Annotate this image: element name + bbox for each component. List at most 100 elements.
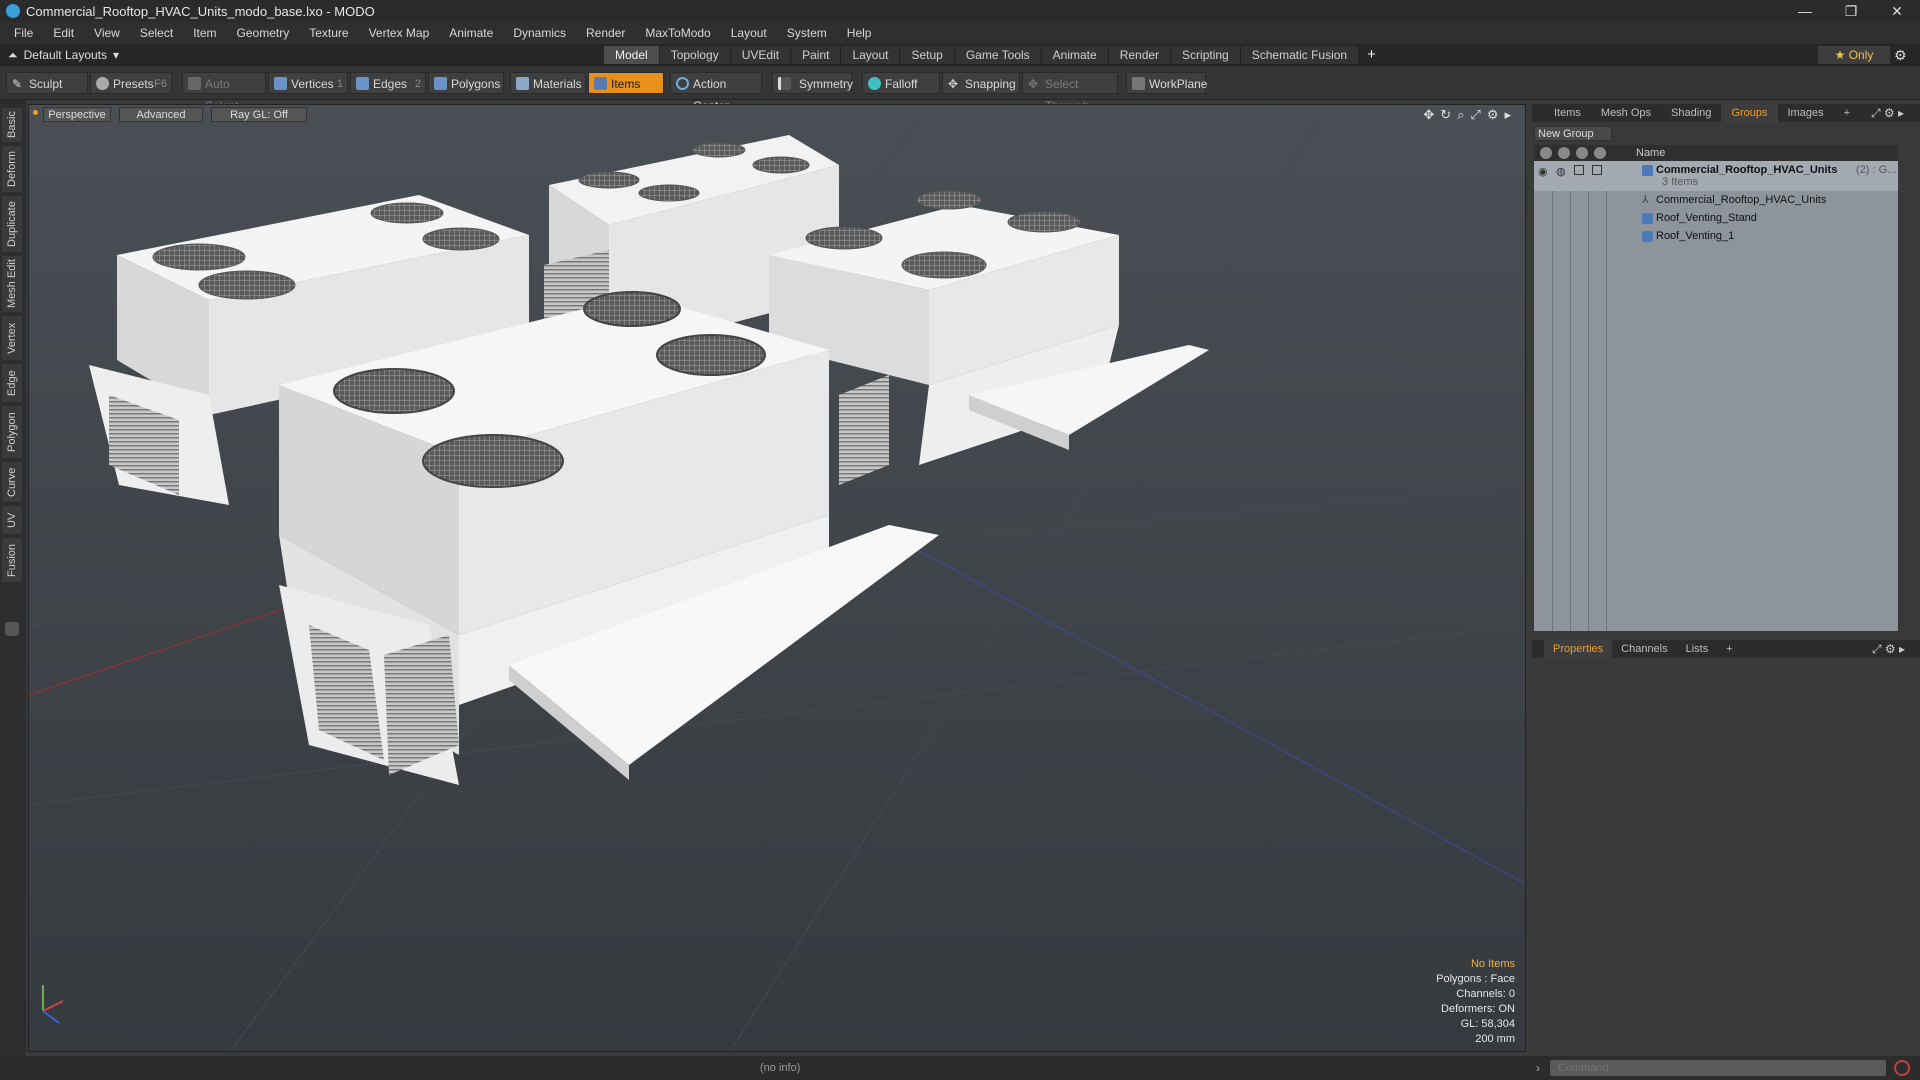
tab-channels[interactable]: Channels — [1612, 640, 1676, 658]
sculpt-button[interactable]: ✎ Sculpt — [6, 72, 88, 94]
left-tab-fusion[interactable]: Fusion — [2, 538, 22, 582]
tab-properties[interactable]: Properties — [1544, 640, 1613, 658]
action-center-button[interactable]: Action Center — [670, 72, 762, 113]
new-group-button[interactable]: New Group — [1534, 126, 1612, 141]
auto-select-button[interactable]: Auto Select — [182, 72, 266, 113]
falloff-button[interactable]: Falloff — [862, 72, 940, 94]
left-panel-toggle-icon[interactable] — [5, 622, 19, 636]
menu-item[interactable]: Item — [183, 22, 226, 44]
menu-vertex-map[interactable]: Vertex Map — [359, 22, 440, 44]
menu-texture[interactable]: Texture — [299, 22, 358, 44]
group-row[interactable]: ◉ ◍ Commercial_Rooftop_HVAC_Units (2) : … — [1534, 161, 1898, 191]
tab-lists[interactable]: Lists — [1677, 640, 1718, 658]
list-item[interactable]: Roof_Venting_1 — [1534, 227, 1898, 245]
tab-paint[interactable]: Paint — [791, 46, 842, 64]
tab-uvedit[interactable]: UVEdit — [730, 46, 792, 64]
tab-mesh-ops[interactable]: Mesh Ops — [1591, 104, 1661, 122]
edges-button[interactable]: Edges 2 — [350, 72, 426, 94]
tab-groups[interactable]: Groups — [1721, 104, 1778, 122]
left-tab-uv[interactable]: UV — [2, 506, 22, 534]
list-item[interactable]: Roof_Venting_Stand — [1534, 209, 1898, 227]
viewport-expand-icon[interactable]: ▸ — [1504, 107, 1511, 123]
left-tab-vertex[interactable]: Vertex — [2, 316, 22, 360]
left-tab-duplicate[interactable]: Duplicate — [2, 196, 22, 252]
restore-button[interactable]: ❐ — [1828, 0, 1874, 22]
presets-button[interactable]: Presets F6 — [90, 72, 172, 94]
add-tab-plus-icon[interactable]: + — [1367, 46, 1376, 64]
snapping-button[interactable]: ✥ Snapping — [942, 72, 1020, 94]
command-arrow-icon[interactable]: › — [1536, 1056, 1540, 1080]
add-panel-tab-plus-icon[interactable]: + — [1834, 104, 1860, 122]
menu-geometry[interactable]: Geometry — [227, 22, 300, 44]
menu-layout[interactable]: Layout — [721, 22, 777, 44]
name-column-header[interactable]: Name — [1636, 145, 1665, 161]
close-button[interactable]: ✕ — [1874, 0, 1920, 22]
raygl-button[interactable]: Ray GL: Off — [211, 107, 307, 122]
properties-expand-icon[interactable]: ⤢ ⚙ ▸ — [1863, 640, 1914, 658]
3d-viewport[interactable]: Perspective Advanced Ray GL: Off ✥ ↻ ⌕ ⤢… — [28, 104, 1526, 1052]
tab-animate[interactable]: Animate — [1041, 46, 1109, 64]
menu-render[interactable]: Render — [576, 22, 635, 44]
vertices-button[interactable]: Vertices 1 — [268, 72, 348, 94]
left-tab-polygon[interactable]: Polygon — [2, 406, 22, 458]
select-checkbox[interactable] — [1592, 165, 1602, 175]
menu-file[interactable]: File — [4, 22, 43, 44]
select-through-button[interactable]: ✥ Select Through — [1022, 72, 1118, 113]
add-properties-tab-plus-icon[interactable]: + — [1717, 640, 1741, 658]
tab-setup[interactable]: Setup — [900, 46, 955, 64]
command-input[interactable] — [1550, 1060, 1886, 1076]
items-button[interactable]: Items — [588, 72, 664, 94]
list-item[interactable]: ⅄ Commercial_Rooftop_HVAC_Units — [1534, 191, 1898, 209]
zoom-icon[interactable]: ⌕ — [1457, 107, 1464, 123]
fit-icon[interactable]: ⤢ — [1470, 107, 1480, 123]
tab-scripting[interactable]: Scripting — [1171, 46, 1241, 64]
tab-schematic-fusion[interactable]: Schematic Fusion — [1240, 46, 1360, 64]
window-title: Commercial_Rooftop_HVAC_Units_modo_base.… — [26, 3, 375, 19]
vertices-count: 1 — [336, 78, 343, 90]
menu-dynamics[interactable]: Dynamics — [503, 22, 576, 44]
polygons-button[interactable]: Polygons — [428, 72, 504, 94]
eye-icon[interactable]: ◉ — [1538, 163, 1548, 181]
select-header-icon[interactable] — [1594, 147, 1606, 159]
minimize-button[interactable]: — — [1782, 0, 1828, 22]
materials-button[interactable]: Materials — [510, 72, 586, 94]
gear-icon[interactable]: ⚙ — [1894, 44, 1907, 66]
lock-header-icon[interactable] — [1576, 147, 1588, 159]
tab-topology[interactable]: Topology — [659, 46, 731, 64]
menu-select[interactable]: Select — [130, 22, 183, 44]
left-tab-curve[interactable]: Curve — [2, 462, 22, 502]
tab-images[interactable]: Images — [1778, 104, 1834, 122]
tab-shading[interactable]: Shading — [1661, 104, 1721, 122]
left-tab-basic[interactable]: Basic — [2, 108, 22, 142]
workplane-button[interactable]: WorkPlane — [1126, 72, 1207, 94]
visibility-header-icon[interactable] — [1540, 147, 1552, 159]
tab-render[interactable]: Render — [1108, 46, 1172, 64]
tab-layout[interactable]: Layout — [841, 46, 901, 64]
menu-view[interactable]: View — [84, 22, 130, 44]
render-icon[interactable]: ◍ — [1556, 163, 1566, 181]
tab-model[interactable]: Model — [604, 46, 660, 64]
only-toggle[interactable]: ★ Only — [1818, 46, 1890, 64]
panel-expand-icon[interactable]: ⤢ ⚙ ▸ — [1861, 104, 1914, 122]
default-layouts-dropdown[interactable]: ⏶ Default Layouts ▾ — [8, 44, 119, 66]
tab-game-tools[interactable]: Game Tools — [954, 46, 1042, 64]
left-tab-deform[interactable]: Deform — [2, 146, 22, 192]
left-tab-mesh-edit[interactable]: Mesh Edit — [2, 256, 22, 312]
command-record-icon[interactable] — [1894, 1060, 1910, 1076]
menu-system[interactable]: System — [777, 22, 837, 44]
tab-items[interactable]: Items — [1544, 104, 1591, 122]
render-header-icon[interactable] — [1558, 147, 1570, 159]
symmetry-button[interactable]: Symmetry — [772, 72, 853, 94]
viewport-menu-dot-icon[interactable] — [33, 110, 38, 115]
perspective-button[interactable]: Perspective — [43, 107, 111, 122]
advanced-button[interactable]: Advanced — [119, 107, 203, 122]
menu-animate[interactable]: Animate — [439, 22, 503, 44]
left-tab-edge[interactable]: Edge — [2, 364, 22, 402]
menu-maxtomodo[interactable]: MaxToModo — [635, 22, 720, 44]
menu-edit[interactable]: Edit — [43, 22, 84, 44]
menu-help[interactable]: Help — [837, 22, 882, 44]
viewport-gear-icon[interactable]: ⚙ — [1487, 107, 1499, 123]
lock-checkbox[interactable] — [1574, 165, 1584, 175]
rotate-icon[interactable]: ↻ — [1440, 107, 1451, 123]
pan-icon[interactable]: ✥ — [1423, 107, 1434, 123]
